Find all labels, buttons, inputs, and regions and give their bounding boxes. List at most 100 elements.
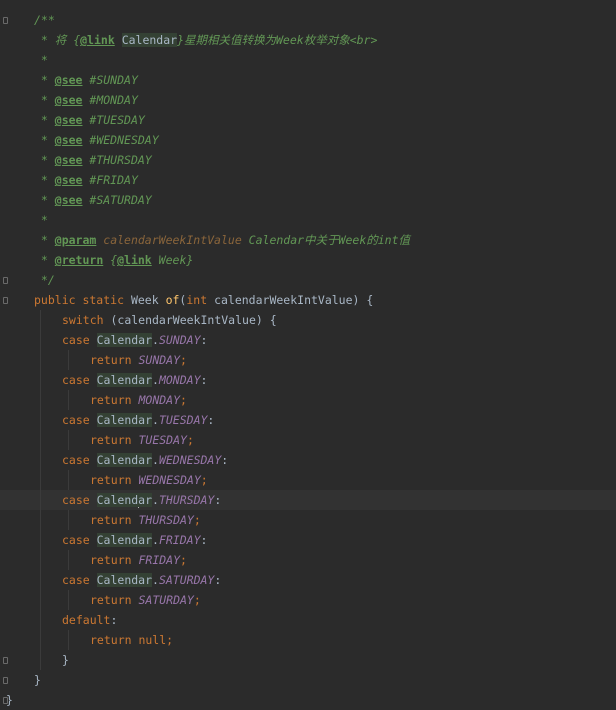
code-line[interactable]: * @see #WEDNESDAY [0, 130, 616, 150]
code-token: #SUNDAY [82, 73, 138, 87]
code-token: * [34, 53, 48, 67]
code-token: @link [117, 253, 152, 267]
code-line[interactable]: return MONDAY; [0, 390, 616, 410]
code-token: #TUESDAY [82, 113, 145, 127]
code-line-content: return null; [90, 630, 173, 650]
code-line[interactable]: return FRIDAY; [0, 550, 616, 570]
code-line[interactable]: case Calendar.WEDNESDAY: [0, 450, 616, 470]
fold-marker-icon[interactable] [3, 677, 8, 684]
code-line[interactable]: } [0, 690, 616, 710]
indent-guide [68, 550, 69, 570]
indent-guide [68, 590, 69, 610]
code-token: } [6, 693, 13, 707]
code-token: @param [54, 233, 97, 247]
code-line[interactable]: */ [0, 270, 616, 290]
code-token: of [165, 293, 180, 307]
indent-guide [40, 430, 41, 450]
code-token: ar [138, 493, 153, 507]
code-line-content: case Calendar.MONDAY: [62, 370, 207, 390]
code-line[interactable]: public static Week of(int calendarWeekIn… [0, 290, 616, 310]
fold-marker-icon[interactable] [3, 17, 8, 24]
code-line[interactable]: * [0, 210, 616, 230]
code-token: SATURDAY [158, 573, 215, 587]
code-line-content: return MONDAY; [90, 390, 187, 410]
indent-guide [40, 470, 41, 490]
code-line[interactable]: return SATURDAY; [0, 590, 616, 610]
code-line[interactable]: case Calendar.MONDAY: [0, 370, 616, 390]
code-token: return [90, 353, 139, 367]
code-token: * [34, 133, 55, 147]
code-token: THURSDAY [138, 513, 194, 527]
fold-marker-icon[interactable] [3, 657, 8, 664]
code-token: Calendar [96, 533, 153, 547]
code-token: return null; [90, 633, 174, 647]
fold-marker-icon[interactable] [3, 277, 8, 284]
code-line[interactable]: } [0, 650, 616, 670]
code-token: @see [54, 113, 83, 127]
code-line[interactable]: * @see #SUNDAY [0, 70, 616, 90]
code-token: MONDAY [138, 393, 181, 407]
code-line[interactable]: case Calendar.FRIDAY: [0, 530, 616, 550]
code-line-content: case Calendar.THURSDAY: [62, 490, 221, 510]
code-line[interactable]: switch (calendarWeekIntValue) { [0, 310, 616, 330]
code-token: case [62, 533, 97, 547]
code-line[interactable]: case Calendar.SATURDAY: [0, 570, 616, 590]
code-token: . [152, 413, 159, 427]
code-line-content: case Calendar.TUESDAY: [62, 410, 214, 430]
code-token: Calendar [96, 453, 153, 467]
code-token: : [214, 573, 222, 587]
code-area[interactable]: /** * 将 {@link Calendar}星期相关值转换为Week枚举对象… [0, 10, 616, 710]
code-line-content: * @see #FRIDAY [34, 170, 138, 190]
code-line[interactable]: * @see #MONDAY [0, 90, 616, 110]
code-line[interactable]: * @param calendarWeekIntValue Calendar中关… [0, 230, 616, 250]
code-line[interactable]: return TUESDAY; [0, 430, 616, 450]
code-line-content: */ [34, 270, 55, 290]
code-editor[interactable]: /** * 将 {@link Calendar}星期相关值转换为Week枚举对象… [0, 0, 616, 707]
code-token: : [207, 413, 215, 427]
code-token: case [62, 333, 97, 347]
code-token: . [152, 453, 159, 467]
code-line[interactable]: * @return {@link Week} [0, 250, 616, 270]
code-line[interactable]: case Calendar.THURSDAY: [0, 490, 616, 510]
code-token: return [90, 393, 139, 407]
code-line[interactable]: case Calendar.TUESDAY: [0, 410, 616, 430]
code-token: * [34, 193, 55, 207]
code-line-content: } [34, 670, 41, 690]
code-line-content: default: [62, 610, 117, 630]
code-token: public static [34, 293, 131, 307]
code-token: * [34, 253, 55, 267]
code-token: } [34, 673, 41, 687]
code-line[interactable]: } [0, 670, 616, 690]
code-line[interactable]: case Calendar.SUNDAY: [0, 330, 616, 350]
code-token: { [103, 253, 118, 267]
code-line[interactable]: * @see #THURSDAY [0, 150, 616, 170]
code-line[interactable]: return SUNDAY; [0, 350, 616, 370]
code-token: case [62, 573, 97, 587]
code-line[interactable]: * @see #TUESDAY [0, 110, 616, 130]
code-token: FRIDAY [138, 553, 181, 567]
code-token: return [90, 593, 139, 607]
code-token: Week [158, 253, 187, 267]
code-line[interactable]: return WEDNESDAY; [0, 470, 616, 490]
code-line[interactable]: * @see #FRIDAY [0, 170, 616, 190]
code-line[interactable]: * @see #SATURDAY [0, 190, 616, 210]
code-line-content: return FRIDAY; [90, 550, 187, 570]
code-line[interactable]: /** [0, 10, 616, 30]
code-token: Calendar中关于Week的int值 [241, 233, 411, 247]
code-token: calendarWeekIntValue) { [214, 293, 374, 307]
code-line-content: * @see #THURSDAY [34, 150, 152, 170]
code-line-content: case Calendar.FRIDAY: [62, 530, 207, 550]
code-token: ; [180, 393, 187, 407]
code-line[interactable]: * 将 {@link Calendar}星期相关值转换为Week枚举对象<br> [0, 30, 616, 50]
code-token: @see [54, 153, 83, 167]
indent-guide [40, 370, 41, 390]
code-line-content: return WEDNESDAY; [90, 470, 208, 490]
code-token: switch [62, 313, 111, 327]
fold-marker-icon[interactable] [3, 297, 8, 304]
code-line[interactable]: default: [0, 610, 616, 630]
code-line[interactable]: return THURSDAY; [0, 510, 616, 530]
code-line[interactable]: * [0, 50, 616, 70]
code-line-content: * @param calendarWeekIntValue Calendar中关… [34, 230, 410, 250]
code-token: : [200, 373, 208, 387]
code-line[interactable]: return null; [0, 630, 616, 650]
